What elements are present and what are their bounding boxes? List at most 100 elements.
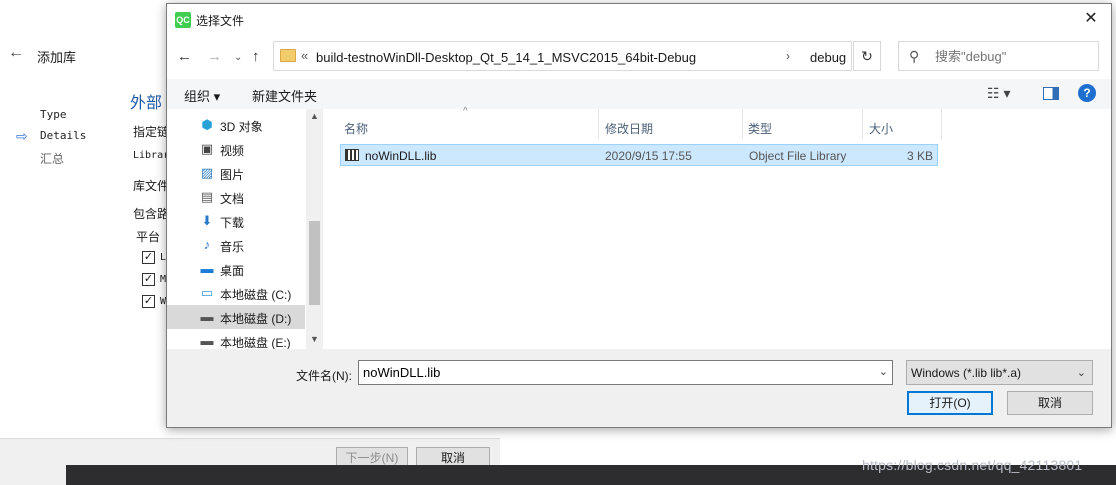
- help-icon[interactable]: ?: [1078, 84, 1096, 102]
- refresh-icon[interactable]: ↻: [853, 41, 881, 71]
- dialog-toolbar: 组织 ▾ 新建文件夹 ☷ ▾ ?: [167, 79, 1111, 109]
- wizard-label-platform: 平台: [136, 230, 161, 244]
- wizard-label-library-file: 库文件: [133, 179, 170, 193]
- column-divider[interactable]: [742, 109, 743, 139]
- navigation-scrollbar[interactable]: ▲ ▼: [306, 109, 323, 349]
- sidebar-item-drive-c[interactable]: ▭ 本地磁盘 (C:): [167, 281, 305, 305]
- cube-icon: ⬢: [201, 117, 213, 132]
- folder-icon: [280, 49, 296, 62]
- file-modified: 2020/9/15 17:55: [605, 149, 692, 163]
- wizard-label-library: Librar: [133, 150, 170, 161]
- back-arrow-icon[interactable]: ←: [8, 44, 24, 62]
- sidebar-item-label: 本地磁盘 (C:): [220, 288, 292, 302]
- organize-button[interactable]: 组织 ▾: [184, 86, 220, 105]
- sidebar-item-label: 本地磁盘 (D:): [220, 312, 292, 326]
- sidebar-item-label: 下载: [220, 216, 245, 230]
- column-divider[interactable]: [862, 109, 863, 139]
- sidebar-item-desktop[interactable]: ▬ 桌面: [167, 257, 305, 281]
- sidebar-item-label: 音乐: [220, 240, 245, 254]
- breadcrumb-chevron-icon[interactable]: ›: [786, 49, 790, 63]
- drive-c-icon: ▭: [200, 285, 214, 300]
- column-header-size[interactable]: 大小: [869, 120, 893, 137]
- platform-checkbox-mac[interactable]: ✓: [142, 273, 155, 286]
- picture-icon: ▨: [200, 165, 214, 180]
- file-type: Object File Library: [749, 149, 847, 163]
- address-overflow-icon[interactable]: «: [301, 48, 308, 63]
- download-icon: ⬇: [201, 213, 213, 228]
- forward-icon[interactable]: →: [207, 48, 222, 65]
- wizard-heading: 外部: [130, 95, 163, 112]
- close-icon[interactable]: ✕: [1079, 8, 1103, 30]
- sidebar-item-label: 视频: [220, 144, 245, 158]
- wizard-step-type: Type: [40, 108, 67, 121]
- wizard-step-summary: 汇总: [40, 152, 65, 166]
- sidebar-item-label: 本地磁盘 (E:): [220, 336, 291, 349]
- filename-input[interactable]: [363, 365, 863, 380]
- breadcrumb-debug-folder[interactable]: debug: [810, 50, 846, 65]
- watermark-text: https://blog.csdn.net/qq_42113801: [862, 457, 1083, 473]
- address-bar[interactable]: « build-testnoWinDll-Desktop_Qt_5_14_1_M…: [273, 41, 852, 71]
- sidebar-item-download[interactable]: ⬇ 下载: [167, 209, 305, 233]
- cancel-button[interactable]: 取消: [1007, 391, 1093, 415]
- file-size: 3 KB: [906, 149, 933, 163]
- sidebar-item-video[interactable]: ▣ 视频: [167, 137, 305, 161]
- file-type-filter-select[interactable]: Windows (*.lib lib*.a) ⌄: [906, 360, 1093, 385]
- file-type-filter-value: Windows (*.lib lib*.a): [911, 366, 1022, 380]
- wizard-label-include-path: 包含路: [133, 207, 170, 221]
- sidebar-item-label: 3D 对象: [220, 120, 263, 134]
- scroll-up-icon[interactable]: ▲: [310, 111, 319, 121]
- search-icon: ⚲: [909, 48, 920, 64]
- video-icon: ▣: [200, 141, 214, 156]
- current-step-arrow-icon: ⇨: [16, 128, 28, 144]
- new-folder-button[interactable]: 新建文件夹: [252, 86, 317, 105]
- column-divider[interactable]: [941, 109, 942, 139]
- filename-label: 文件名(N):: [296, 369, 352, 383]
- sidebar-item-cube[interactable]: ⬢ 3D 对象: [167, 113, 305, 137]
- column-header-name[interactable]: 名称: [344, 120, 368, 137]
- sidebar-item-label: 桌面: [220, 264, 245, 278]
- dialog-titlebar: QC 选择文件 ✕: [167, 4, 1111, 35]
- library-file-icon: [345, 149, 359, 161]
- platform-checkbox-windows[interactable]: ✓: [142, 295, 155, 308]
- open-button[interactable]: 打开(O): [907, 391, 993, 415]
- search-box[interactable]: ⚲: [898, 41, 1099, 71]
- up-folder-icon[interactable]: ↑: [252, 48, 260, 65]
- file-list: 名称 ^ 修改日期 类型 大小 noWinDLL.lib 2020/9/15 1…: [327, 106, 1111, 349]
- search-input[interactable]: [935, 49, 1095, 64]
- platform-checkbox-linux[interactable]: ✓: [142, 251, 155, 264]
- scroll-down-icon[interactable]: ▼: [310, 334, 319, 344]
- sidebar-item-drive-d[interactable]: ▬ 本地磁盘 (D:): [167, 305, 305, 329]
- sidebar-item-label: 文档: [220, 192, 245, 206]
- filename-combobox[interactable]: ⌄: [358, 360, 893, 385]
- view-options-icon[interactable]: ☷ ▾: [987, 85, 1010, 102]
- sidebar-item-document[interactable]: ▤ 文档: [167, 185, 305, 209]
- qt-logo-icon: QC: [175, 12, 191, 28]
- wizard-label-specify: 指定链: [133, 125, 170, 139]
- column-header-type[interactable]: 类型: [748, 120, 772, 137]
- navigation-pane: ⬢ 3D 对象 ▣ 视频 ▨ 图片 ▤ 文档 ⬇ 下载 ♪ 音乐 ▬ 桌面 ▭ 本地磁盘 (C:) ▬ 本地磁盘 …: [167, 109, 321, 349]
- file-name: noWinDLL.lib: [365, 149, 437, 163]
- breadcrumb-build-folder[interactable]: build-testnoWinDll-Desktop_Qt_5_14_1_MSV…: [316, 50, 696, 65]
- sidebar-item-label: 图片: [220, 168, 245, 182]
- file-row[interactable]: noWinDLL.lib 2020/9/15 17:55 Object File…: [340, 144, 938, 166]
- scrollbar-thumb[interactable]: [309, 221, 320, 305]
- wizard-title: 添加库: [37, 50, 77, 65]
- column-header-modified[interactable]: 修改日期: [605, 120, 653, 137]
- preview-pane-icon[interactable]: [1043, 87, 1059, 100]
- document-icon: ▤: [200, 189, 214, 204]
- dialog-bottom-bar: 文件名(N): ⌄ Windows (*.lib lib*.a) ⌄ 打开(O)…: [167, 349, 1111, 427]
- desktop-icon: ▬: [200, 261, 214, 276]
- sidebar-item-picture[interactable]: ▨ 图片: [167, 161, 305, 185]
- drive-d-icon: ▬: [200, 309, 214, 324]
- sort-ascending-icon: ^: [463, 106, 468, 117]
- column-divider[interactable]: [598, 109, 599, 139]
- recent-locations-icon[interactable]: ⌄: [234, 52, 242, 63]
- chevron-down-icon[interactable]: ⌄: [1077, 366, 1086, 379]
- drive-e-icon: ▬: [200, 333, 214, 348]
- chevron-down-icon[interactable]: ⌄: [879, 365, 888, 378]
- sidebar-item-drive-e[interactable]: ▬ 本地磁盘 (E:): [167, 329, 305, 349]
- select-file-dialog: QC 选择文件 ✕ ← → ⌄ ↑ « build-testnoWinDll-D…: [166, 3, 1112, 428]
- sidebar-item-music[interactable]: ♪ 音乐: [167, 233, 305, 257]
- back-icon[interactable]: ←: [177, 48, 192, 65]
- music-icon: ♪: [203, 237, 211, 252]
